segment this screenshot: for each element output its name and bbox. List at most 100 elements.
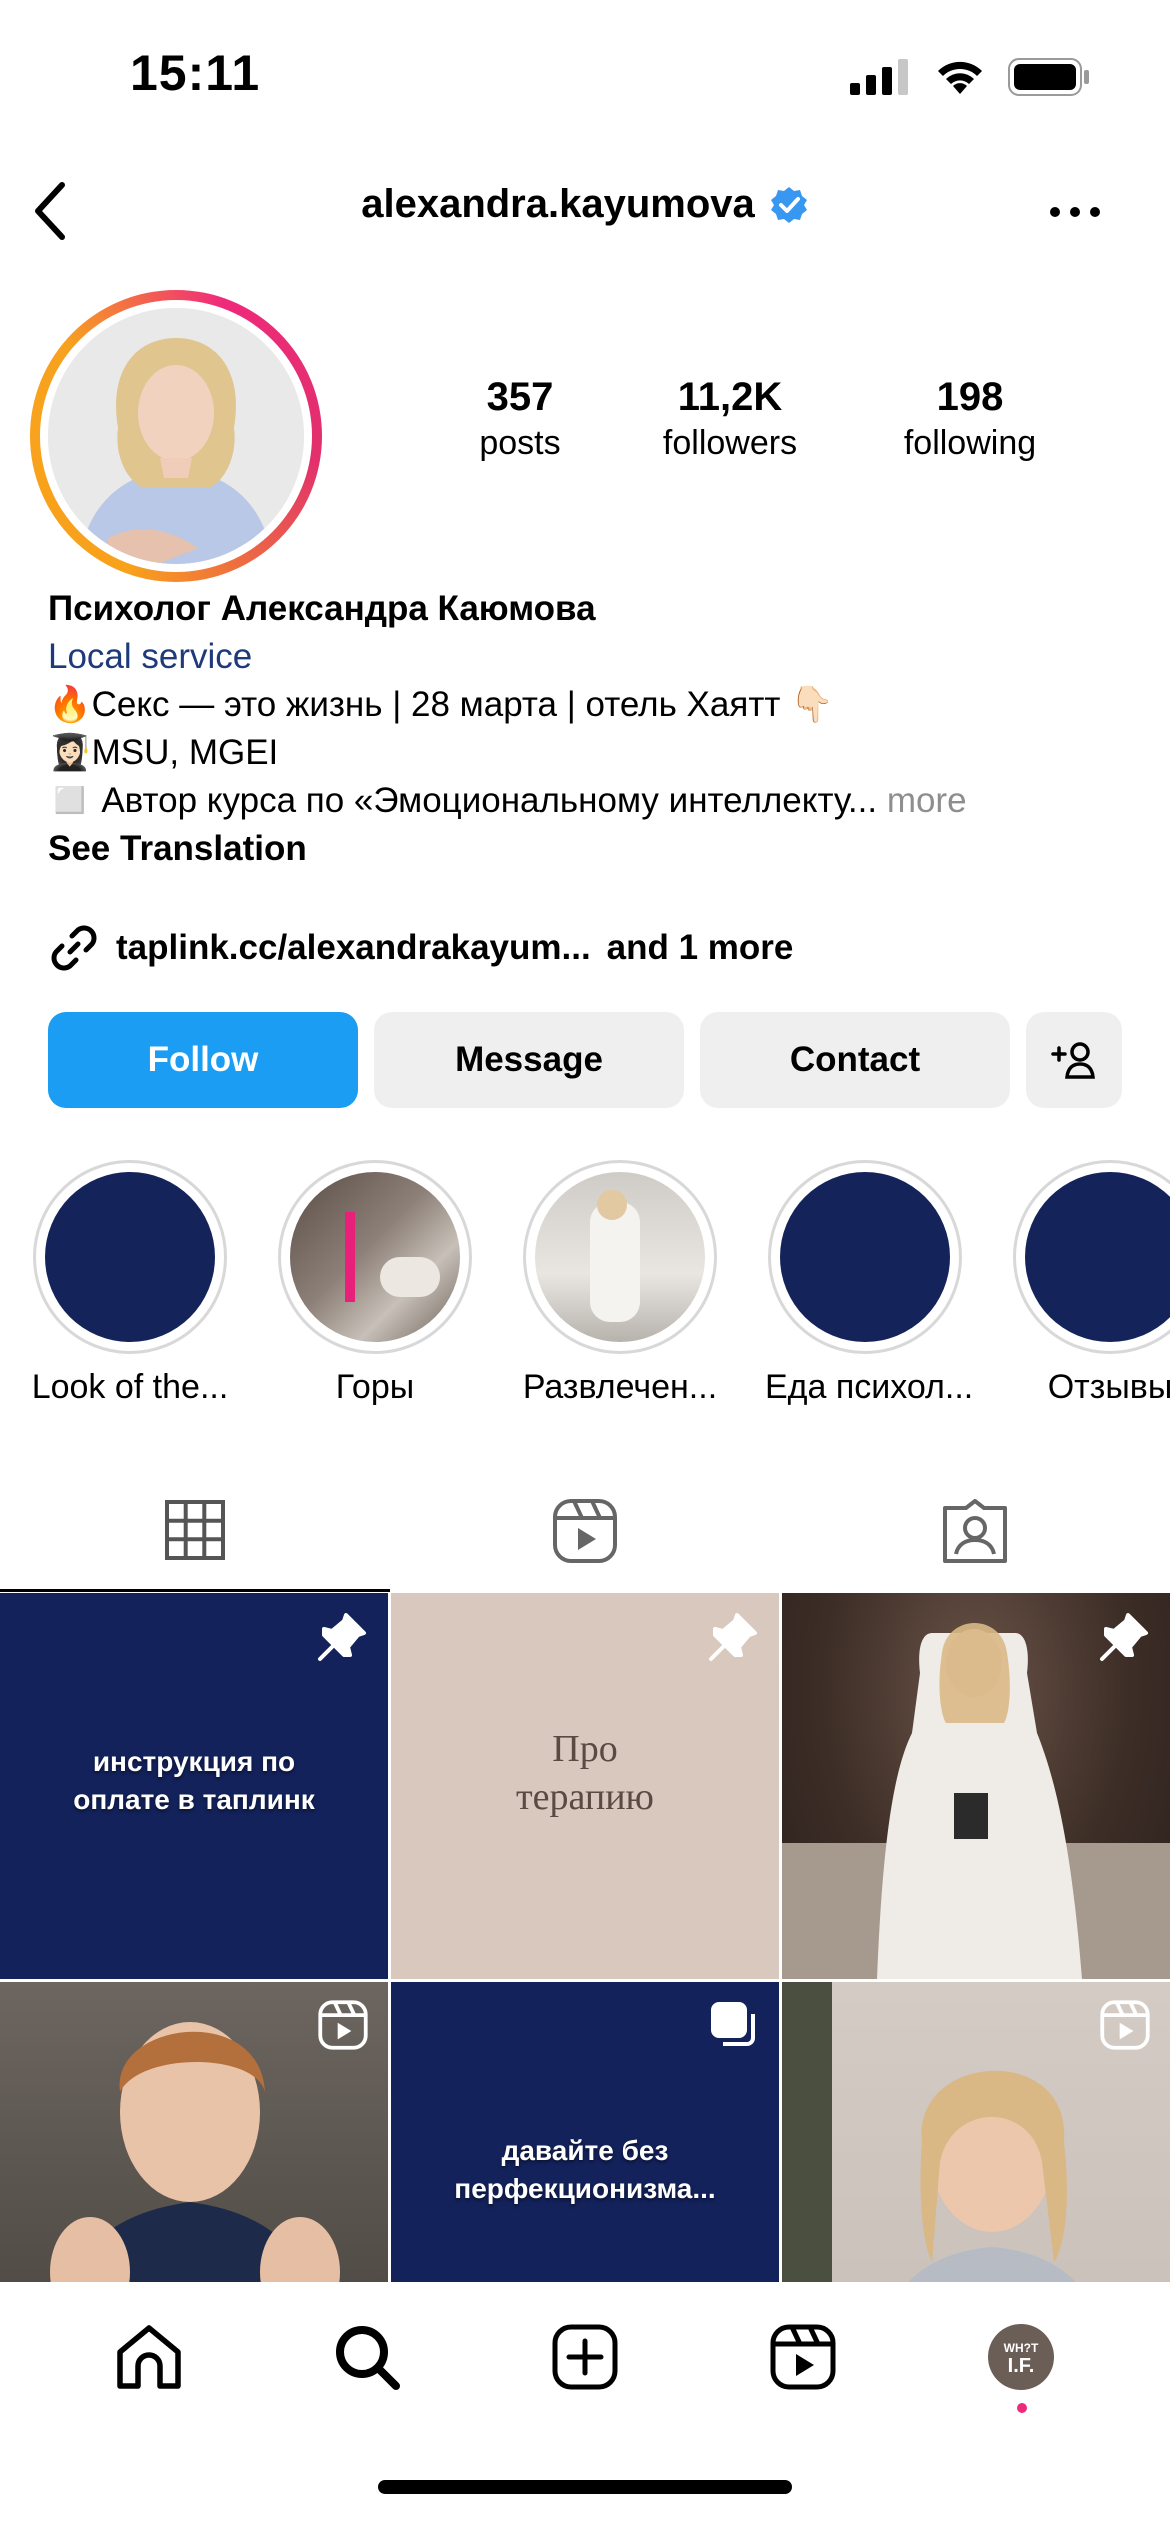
link-icon — [51, 925, 97, 971]
more-options-button[interactable] — [1040, 182, 1110, 242]
highlight-label: Развлечен... — [522, 1368, 718, 1406]
post-tile[interactable] — [782, 1593, 1170, 1979]
post-caption: давайте без перфекционизма... — [454, 2135, 716, 2204]
notification-dot — [1017, 2403, 1027, 2413]
stat-posts[interactable]: 357 posts — [430, 375, 610, 463]
bio-line-text: Секс — это жизнь | 28 марта | отель Хаят… — [91, 685, 781, 724]
reels-icon — [770, 2324, 836, 2390]
highlight-item[interactable]: Отзывы — [1010, 1160, 1170, 1407]
posts-grid: инструкция по оплате в таплинк Про терап… — [0, 1593, 1170, 2368]
post-caption: Про терапию — [516, 1728, 654, 1818]
bio-line-text: Автор курса по «Эмоциональному интеллект… — [101, 781, 878, 820]
bio-category[interactable]: Local service — [48, 633, 1128, 681]
profile-tabs — [0, 1470, 1170, 1592]
nav-reels[interactable] — [743, 2297, 863, 2417]
highlight-cover — [290, 1172, 460, 1342]
nav-search[interactable] — [307, 2297, 427, 2417]
avatar-text-bottom: I.F. — [1007, 2355, 1035, 2377]
highlight-cover — [535, 1172, 705, 1342]
profile-avatar — [48, 308, 304, 564]
tab-reels[interactable] — [390, 1470, 780, 1592]
highlight-cover — [780, 1172, 950, 1342]
profile-bio: Психолог Александра Каюмова Local servic… — [48, 585, 1128, 873]
home-indicator[interactable] — [378, 2480, 792, 2494]
search-icon — [336, 2326, 400, 2390]
pointing-down-emoji-icon: 👇🏻 — [790, 685, 834, 724]
stat-following[interactable]: 198 following — [850, 375, 1090, 463]
contact-button[interactable]: Contact — [700, 1012, 1010, 1108]
highlight-item[interactable]: Горы — [275, 1160, 475, 1407]
cellular-signal-icon — [850, 59, 908, 95]
stat-value: 11,2K — [677, 375, 783, 419]
stat-value: 357 — [486, 375, 554, 419]
highlight-label: Горы — [335, 1368, 415, 1406]
bio-link-more[interactable]: and 1 more — [607, 928, 794, 968]
stat-value: 198 — [936, 375, 1004, 419]
home-icon — [117, 2325, 181, 2389]
highlight-cover — [1025, 1172, 1170, 1342]
profile-header: alexandra.kayumova — [0, 160, 1170, 260]
nav-profile[interactable]: WH?T I.F. — [961, 2297, 1081, 2417]
student-emoji-icon: 👩🏻‍🎓 — [48, 733, 92, 772]
tab-posts-grid[interactable] — [0, 1470, 390, 1592]
highlight-cover — [45, 1172, 215, 1342]
highlight-label: Отзывы — [1047, 1368, 1170, 1406]
add-person-icon — [1051, 1042, 1095, 1079]
post-caption: инструкция по оплате в таплинк — [73, 1746, 315, 1815]
highlight-label: Look of the... — [31, 1368, 229, 1406]
bio-more-link[interactable]: more — [887, 781, 967, 820]
follow-button[interactable]: Follow — [48, 1012, 358, 1108]
status-time: 15:11 — [130, 45, 261, 101]
pin-icon — [316, 1611, 368, 1668]
message-button[interactable]: Message — [374, 1012, 684, 1108]
nav-home[interactable] — [89, 2297, 209, 2417]
fire-emoji-icon: 🔥 — [48, 685, 92, 724]
username-container: alexandra.kayumova — [0, 182, 1170, 227]
post-tile[interactable]: Про терапию — [391, 1593, 779, 1979]
bio-line: 🔥Секс — это жизнь | 28 марта | отель Хая… — [48, 681, 1128, 729]
highlight-item[interactable]: Развлечен... — [520, 1160, 720, 1407]
highlight-label: Еда психол... — [765, 1368, 974, 1406]
bio-line: ◻️ Автор курса по «Эмоциональному интелл… — [48, 777, 1128, 825]
bio-name: Психолог Александра Каюмова — [48, 589, 596, 628]
profile-avatar-story-ring[interactable] — [30, 290, 322, 582]
see-translation-link[interactable]: See Translation — [48, 825, 1128, 873]
pin-icon — [1098, 1611, 1150, 1668]
reels-icon — [553, 1499, 617, 1563]
profile-username: alexandra.kayumova — [361, 182, 755, 226]
grid-icon — [165, 1499, 225, 1560]
wifi-icon — [938, 61, 982, 94]
profile-avatar-small: WH?T I.F. — [988, 2324, 1054, 2390]
verified-badge-icon — [770, 186, 807, 223]
stat-label: following — [903, 424, 1037, 462]
bio-line-text: MSU, MGEI — [91, 733, 279, 772]
post-tile[interactable]: инструкция по оплате в таплинк — [0, 1593, 388, 1979]
bio-link-row[interactable]: taplink.cc/alexandrakayum... and 1 more — [48, 922, 793, 974]
carousel-icon — [709, 2000, 759, 2055]
battery-icon — [1008, 58, 1089, 96]
tagged-icon — [943, 1499, 1007, 1563]
nav-create[interactable] — [525, 2297, 645, 2417]
stat-label: followers — [662, 424, 798, 462]
pin-icon — [707, 1611, 759, 1668]
highlight-item[interactable]: Еда психол... — [765, 1160, 974, 1407]
status-bar: 15:11 — [0, 0, 1170, 150]
reels-icon — [1100, 2000, 1150, 2055]
bio-link-url[interactable]: taplink.cc/alexandrakayum... — [116, 928, 591, 968]
profile-stats: 357 posts 11,2K followers 198 following — [430, 375, 1130, 463]
story-highlights: Look of the... Горы Развлечен... Еда пси… — [30, 1160, 1170, 1410]
stat-followers[interactable]: 11,2K followers — [610, 375, 850, 463]
ellipsis-icon — [1050, 207, 1100, 217]
tab-tagged[interactable] — [780, 1470, 1170, 1592]
bottom-navigation: WH?T I.F. — [0, 2282, 1170, 2532]
profile-actions: Follow Message Contact — [48, 1012, 1122, 1108]
reels-icon — [318, 2000, 368, 2055]
stat-label: posts — [479, 424, 561, 462]
status-icons — [850, 58, 1090, 96]
highlight-item[interactable]: Look of the... — [30, 1160, 230, 1407]
white-square-emoji-icon: ◻️ — [48, 781, 92, 820]
avatar-portrait — [48, 308, 304, 564]
bio-line: 👩🏻‍🎓MSU, MGEI — [48, 729, 1128, 777]
add-post-icon — [552, 2324, 618, 2390]
suggested-users-button[interactable] — [1026, 1012, 1122, 1108]
